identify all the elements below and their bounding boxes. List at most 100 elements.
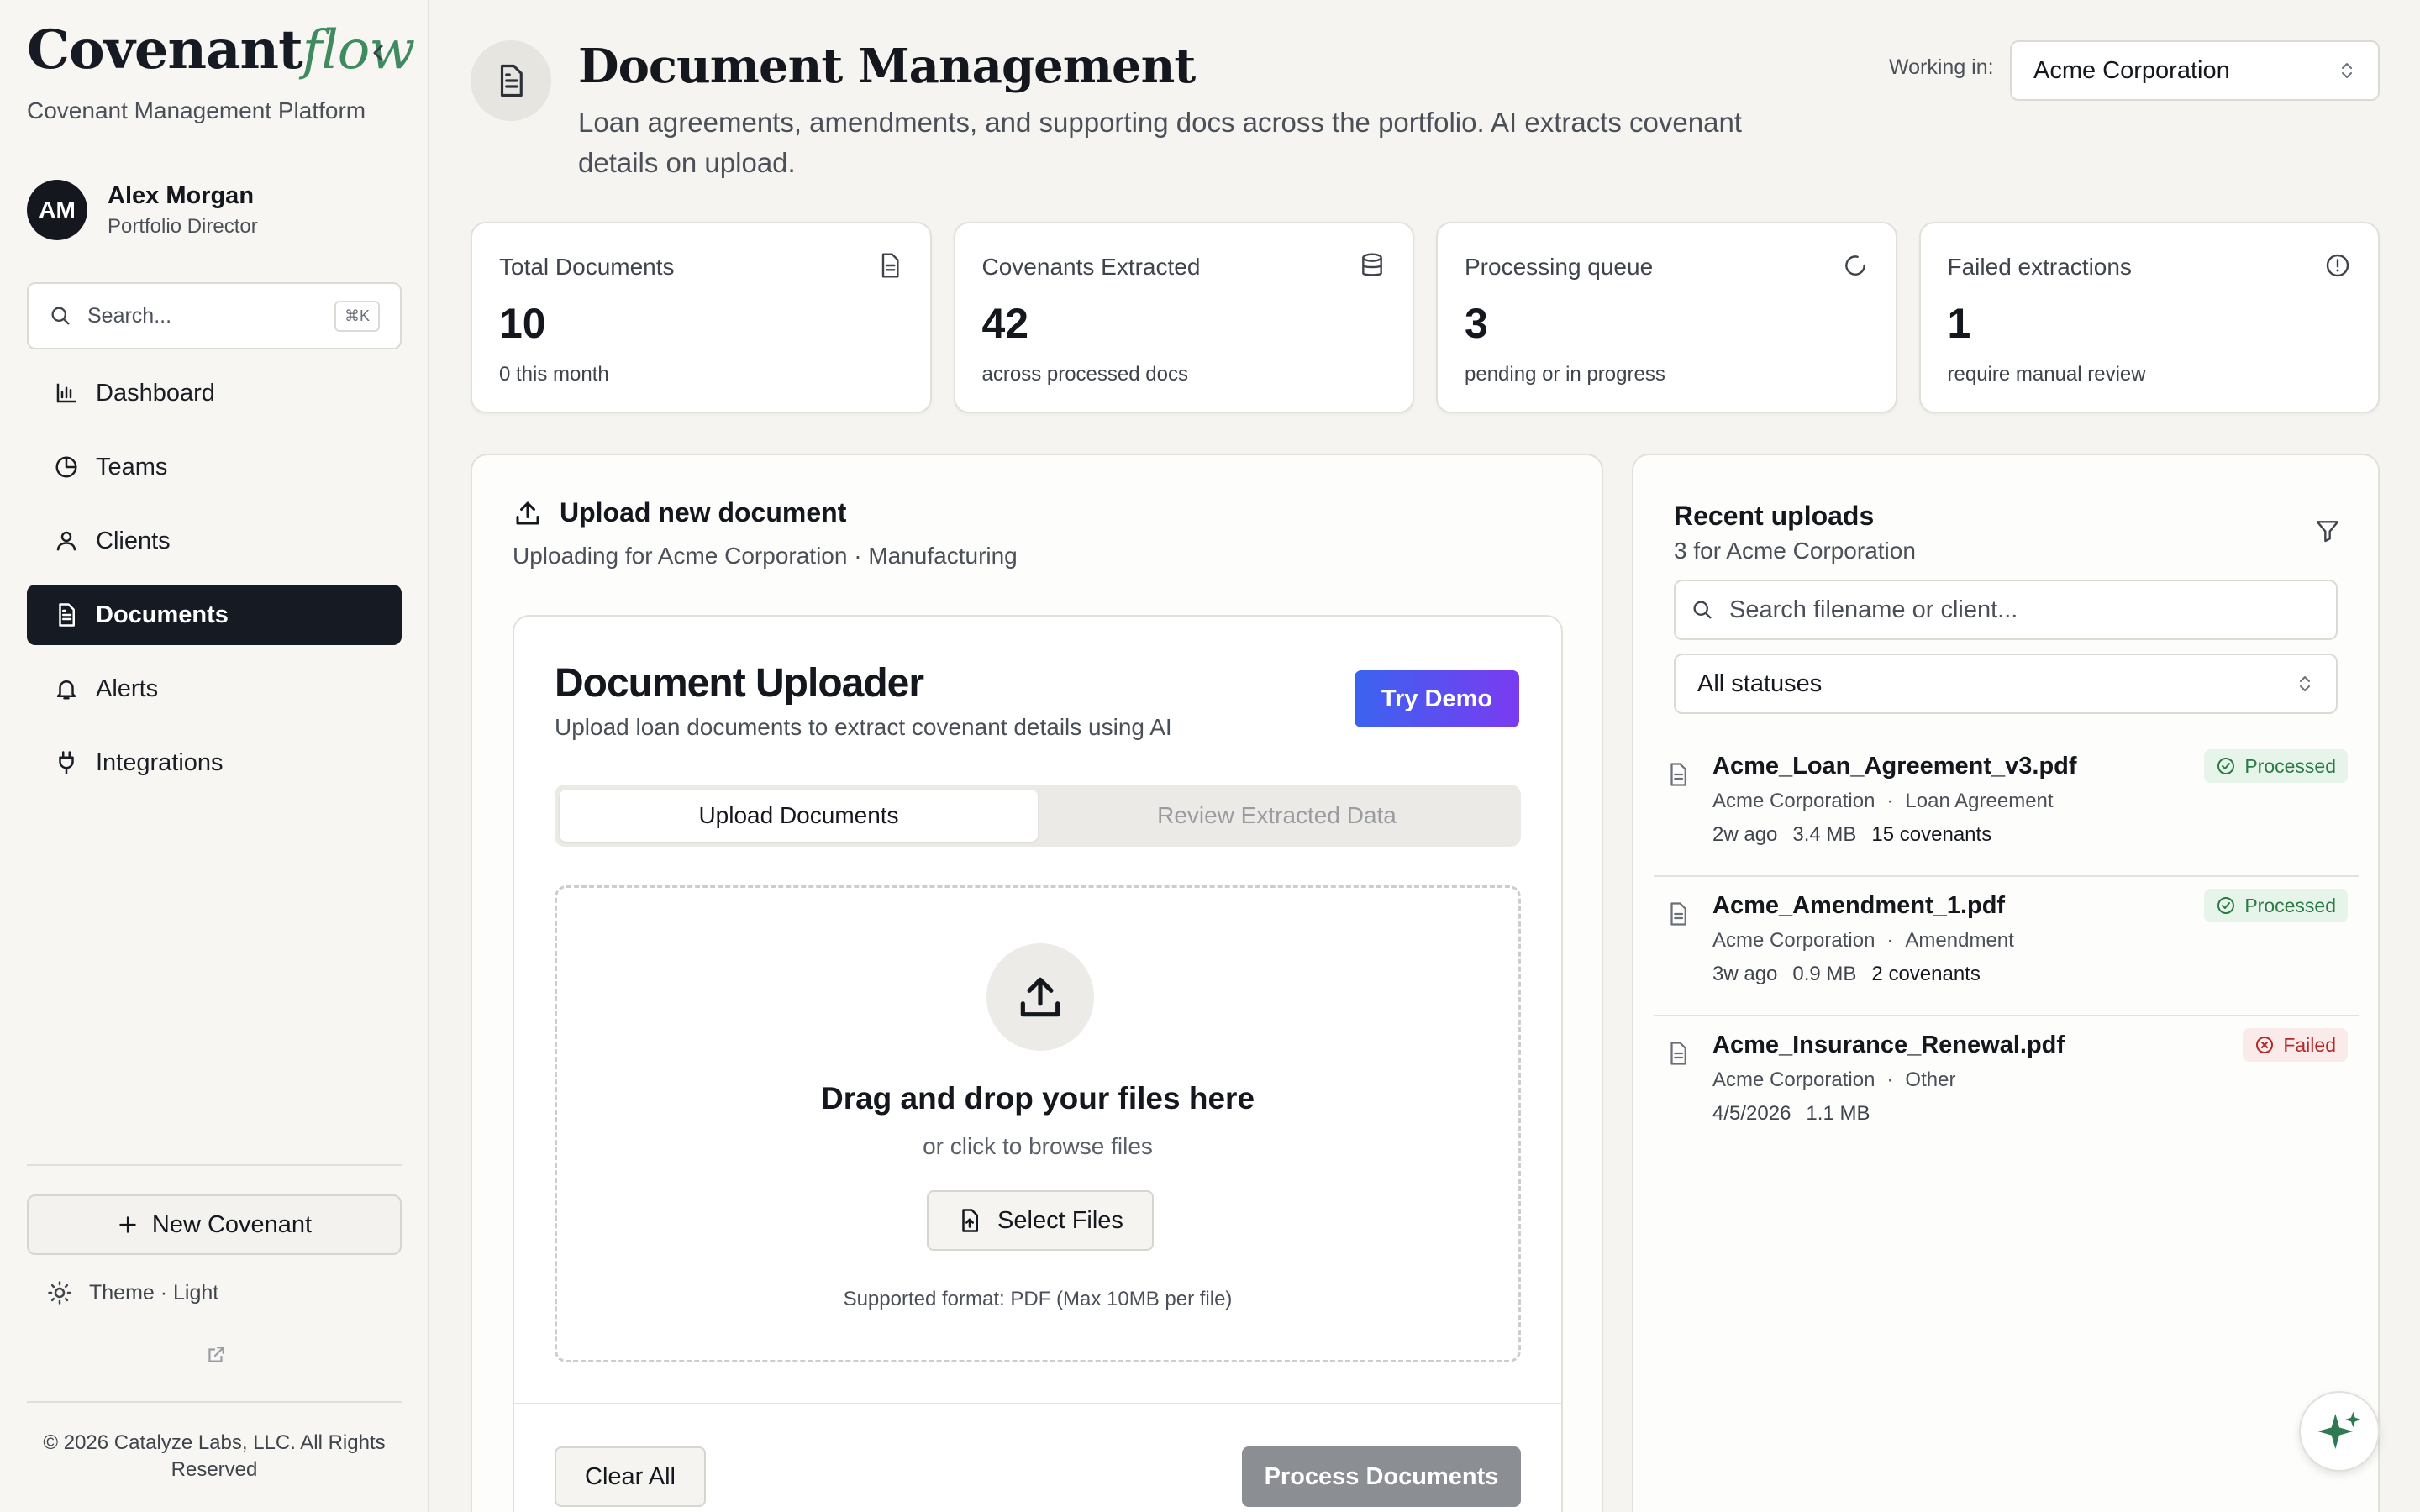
file-client: Acme Corporation xyxy=(1712,929,1876,952)
check-circle-icon xyxy=(2217,758,2235,774)
file-age: 3w ago xyxy=(1712,963,1778,985)
document-icon xyxy=(1670,902,1686,926)
sidebar-item-clients[interactable]: Clients xyxy=(27,511,402,571)
stat-value: 10 xyxy=(499,300,546,347)
document-icon xyxy=(1670,1042,1686,1065)
stat-description: require manual review xyxy=(1947,363,2146,386)
chevron-left-icon[interactable] xyxy=(368,40,388,66)
status-badge: Failed xyxy=(2243,1028,2348,1062)
file-meta: Acme Corporation · Amendment xyxy=(1712,929,2014,952)
divider xyxy=(27,1164,402,1166)
file-client: Acme Corporation xyxy=(1712,1068,1876,1091)
sidebar-item-integrations[interactable]: Integrations xyxy=(27,732,402,793)
search-icon xyxy=(1693,601,1712,619)
theme-toggle[interactable]: Theme · Light xyxy=(47,1280,218,1305)
file-name: Acme_Amendment_1.pdf xyxy=(1712,892,2006,919)
document-uploader-card: Document Uploader Upload loan documents … xyxy=(513,615,1563,1512)
recent-uploads-title: Recent uploads xyxy=(1674,501,1875,531)
tab-upload-documents[interactable]: Upload Documents xyxy=(560,790,1038,842)
sidebar: Covenant flow Covenant Management Platfor… xyxy=(0,0,429,1512)
file-details: 4/5/2026 1.1 MB xyxy=(1712,1102,1885,1126)
file-dropzone[interactable]: Drag and drop your files here or click t… xyxy=(555,885,1521,1362)
try-demo-button[interactable]: Try Demo xyxy=(1355,670,1519,727)
keyboard-shortcut-badge: ⌘K xyxy=(334,300,380,332)
list-item[interactable]: Acme_Insurance_Renewal.pdf Acme Corporat… xyxy=(1654,1016,2360,1156)
brand-logo[interactable]: Covenant flow xyxy=(27,18,415,82)
file-size: 1.1 MB xyxy=(1806,1102,1870,1125)
new-covenant-label: New Covenant xyxy=(151,1210,313,1238)
upload-icon xyxy=(1020,977,1060,1017)
upload-heading-text: Upload new document xyxy=(560,497,847,528)
document-icon xyxy=(59,603,75,627)
stat-label: Processing queue xyxy=(1465,254,1654,280)
page-title: Document Management xyxy=(578,39,1196,94)
list-item[interactable]: Acme_Amendment_1.pdf Acme Corporation · Am… xyxy=(1654,877,2360,1016)
copyright-text: © 2026 Catalyze Labs, LLC. All Rights Re… xyxy=(43,1431,386,1481)
working-in-label: Working in: xyxy=(1889,55,1994,79)
tab-review-extracted-data[interactable]: Review Extracted Data xyxy=(1038,790,1516,842)
stat-label: Covenants Extracted xyxy=(981,254,1201,280)
check-circle-icon xyxy=(2217,897,2235,914)
status-badge-label: Processed xyxy=(2244,754,2336,777)
x-circle-icon xyxy=(2256,1037,2274,1053)
recent-uploads-panel: Recent uploads 3 for Acme Corporation Se… xyxy=(1632,454,2380,1512)
stat-label: Failed extractions xyxy=(1947,254,2132,280)
stat-card-covenants-extracted: Covenants Extracted 42 across processed … xyxy=(953,222,1414,413)
ai-assistant-button[interactable] xyxy=(2299,1391,2380,1472)
external-link-icon[interactable] xyxy=(205,1344,227,1366)
list-item[interactable]: Acme_Loan_Agreement_v3.pdf Acme Corporat… xyxy=(1654,738,2360,877)
sidebar-item-documents[interactable]: Documents xyxy=(27,585,402,645)
bar-chart-icon xyxy=(56,383,76,403)
plug-icon xyxy=(59,751,74,774)
sun-icon xyxy=(48,1281,71,1305)
file-type: Amendment xyxy=(1905,929,2014,952)
new-covenant-button[interactable]: New Covenant xyxy=(27,1194,402,1255)
stat-value: 1 xyxy=(1947,300,1971,347)
select-files-button[interactable]: Select Files xyxy=(927,1190,1154,1251)
stat-card-failed-extractions: Failed extractions 1 require manual revi… xyxy=(1918,222,2380,413)
upload-icon xyxy=(516,501,539,524)
file-details: 2w ago 3.4 MB 15 covenants xyxy=(1712,823,2007,847)
file-client: Acme Corporation xyxy=(1712,790,1876,812)
chevron-updown-icon xyxy=(2342,63,2352,78)
sidebar-item-dashboard[interactable]: Dashboard xyxy=(27,363,402,423)
page-subtitle: Loan agreements, amendments, and support… xyxy=(578,107,1742,178)
recent-files-list: Acme_Loan_Agreement_v3.pdf Acme Corporat… xyxy=(1654,738,2360,1156)
recent-search-input[interactable]: Search filename or client... xyxy=(1674,580,2338,640)
sparkle-icon xyxy=(2317,1411,2361,1449)
user-profile[interactable]: AM Alex Morgan Portfolio Director xyxy=(27,180,258,240)
file-covenants: 2 covenants xyxy=(1871,963,1981,985)
sidebar-search-input[interactable]: Search... ⌘K xyxy=(27,282,402,349)
document-icon xyxy=(500,64,523,97)
user-icon xyxy=(56,531,76,551)
organization-select-value: Acme Corporation xyxy=(2033,56,2230,84)
clear-all-button[interactable]: Clear All xyxy=(555,1446,706,1507)
file-name: Acme_Loan_Agreement_v3.pdf xyxy=(1712,753,2077,780)
theme-label: Theme · Light xyxy=(89,1280,219,1305)
user-name: Alex Morgan xyxy=(108,181,255,209)
file-type: Other xyxy=(1905,1068,1956,1091)
organization-select[interactable]: Acme Corporation xyxy=(2010,40,2380,101)
alert-circle-icon xyxy=(2326,254,2349,277)
filter-icon[interactable] xyxy=(2314,517,2341,544)
file-meta: Acme Corporation · Other xyxy=(1712,1068,1956,1091)
stat-value: 3 xyxy=(1465,300,1488,347)
status-filter-select[interactable]: All statuses xyxy=(1674,654,2338,714)
recent-uploads-subtitle: 3 for Acme Corporation xyxy=(1674,538,1916,564)
document-icon xyxy=(1670,763,1686,786)
file-size: 0.9 MB xyxy=(1792,963,1857,985)
dropzone-title: Drag and drop your files here xyxy=(820,1081,1255,1116)
sidebar-item-alerts[interactable]: Alerts xyxy=(27,659,402,719)
stat-description: 0 this month xyxy=(499,363,609,386)
file-type: Loan Agreement xyxy=(1905,790,2054,812)
process-documents-button[interactable]: Process Documents xyxy=(1242,1446,1521,1507)
brand-name-part2: flow xyxy=(302,19,415,81)
status-badge: Processed xyxy=(2204,749,2348,783)
sidebar-item-label: Dashboard xyxy=(96,379,215,407)
divider xyxy=(27,1401,402,1403)
file-covenants: 15 covenants xyxy=(1871,823,1992,846)
file-name: Acme_Insurance_Renewal.pdf xyxy=(1712,1032,2065,1058)
sidebar-item-teams[interactable]: Teams xyxy=(27,437,402,497)
status-badge-label: Failed xyxy=(2283,1033,2336,1056)
chevron-updown-icon xyxy=(2300,676,2310,691)
